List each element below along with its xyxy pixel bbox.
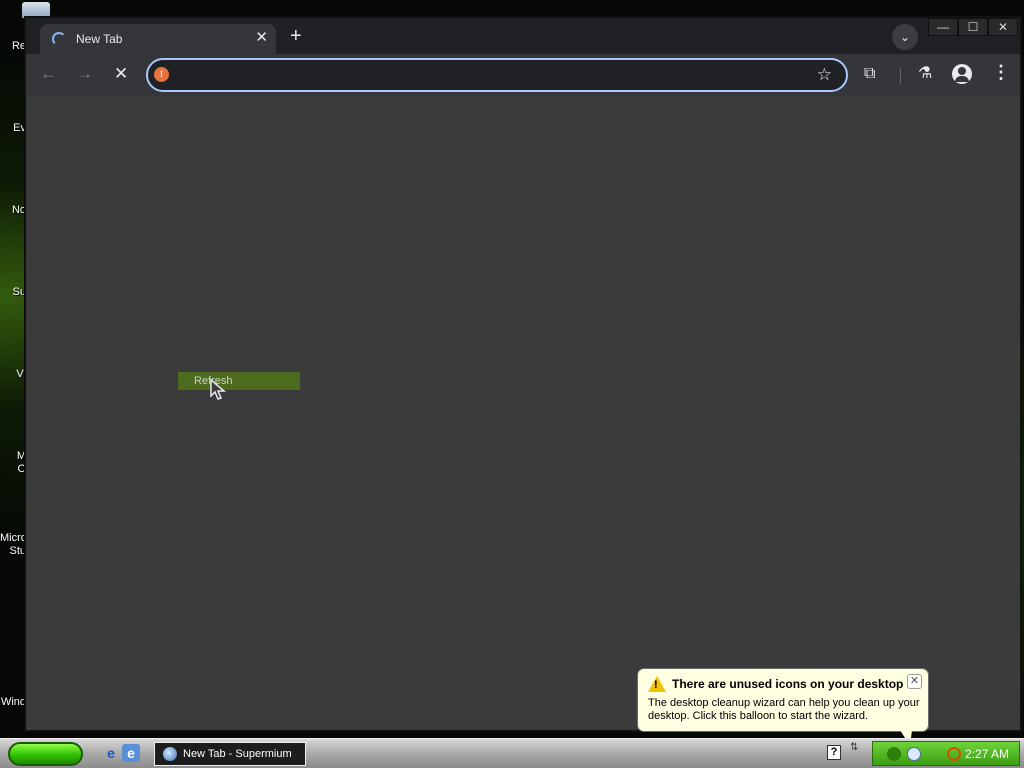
desktop-icon-label[interactable]: Stu <box>0 545 26 557</box>
desktop-icon-label[interactable]: Micro <box>0 532 26 544</box>
bookmark-star-icon[interactable]: ☆ <box>817 65 832 85</box>
minimize-button[interactable]: — <box>928 18 958 36</box>
tray-search-icon[interactable] <box>947 747 961 761</box>
help-icon[interactable]: ? <box>827 745 841 760</box>
balloon-close-icon[interactable]: ✕ <box>907 674 922 689</box>
labs-flask-icon[interactable]: ⚗ <box>918 64 932 84</box>
tab-search-button[interactable]: ⌄ <box>892 24 918 50</box>
desktop-icon-label[interactable]: M <box>0 450 26 462</box>
address-input[interactable] <box>176 64 796 86</box>
stop-loading-button[interactable]: ✕ <box>114 64 128 84</box>
warning-icon: ! <box>648 676 666 692</box>
profile-avatar-icon[interactable] <box>952 64 972 84</box>
desktop-icon-label[interactable]: Ev <box>0 122 26 134</box>
clock[interactable]: 2:27 AM <box>965 747 1009 761</box>
desktop-cleanup-balloon[interactable]: ! There are unused icons on your desktop… <box>637 668 929 732</box>
mouse-cursor-icon <box>210 379 227 400</box>
internet-explorer-icon[interactable]: e <box>102 744 120 762</box>
close-window-button[interactable]: ✕ <box>988 18 1018 36</box>
tray-network-icon[interactable] <box>907 747 921 761</box>
taskbar-button-label: New Tab - Supermium <box>183 748 292 760</box>
site-info-icon[interactable]: ! <box>154 67 169 82</box>
tab-title: New Tab <box>76 32 123 46</box>
toolbar-divider <box>900 68 901 84</box>
tab-close-icon[interactable]: ✕ <box>255 28 268 48</box>
title-bar: New Tab ✕ + ⌄ — ☐ ✕ <box>26 18 1020 54</box>
maximize-button[interactable]: ☐ <box>958 18 988 36</box>
taskbar-button-supermium[interactable]: New Tab - Supermium <box>154 742 306 766</box>
balloon-message: The desktop cleanup wizard can help you … <box>648 697 920 722</box>
tab-new-tab[interactable]: New Tab ✕ <box>40 24 276 54</box>
browser-toolbar: ← → ✕ ! ☆ ⧉ ⚗ ⋮ <box>26 54 1020 96</box>
supermium-icon <box>163 747 177 761</box>
refresh-menu-item[interactable]: Refresh <box>178 372 300 390</box>
loading-spinner-icon <box>52 32 66 46</box>
taskbar: e e New Tab - Supermium ? ⇅ 2:27 AM <box>0 738 1024 768</box>
new-tab-button[interactable]: + <box>290 26 302 46</box>
browser-window: New Tab ✕ + ⌄ — ☐ ✕ ← → ✕ ! ☆ ⧉ ⚗ ⋮ Refr… <box>24 16 1022 732</box>
desktop-icon-label[interactable]: O <box>0 463 26 475</box>
desktop-icon-label[interactable]: Vi <box>0 368 26 380</box>
address-bar[interactable]: ! ☆ <box>146 58 848 92</box>
tray-app-icon[interactable] <box>887 747 901 761</box>
desktop-icon-label[interactable]: Re <box>0 40 26 52</box>
tray-chevron-icon[interactable]: ⇅ <box>850 743 858 753</box>
balloon-title: There are unused icons on your desktop <box>672 677 904 691</box>
page-content[interactable]: Refresh <box>26 96 1020 730</box>
desktop-icon-label[interactable]: Su <box>0 286 26 298</box>
back-button[interactable]: ← <box>40 64 57 84</box>
start-button[interactable] <box>8 742 83 766</box>
desktop-icon-label[interactable]: Wind <box>0 696 26 708</box>
desktop-icon-label[interactable]: No <box>0 204 26 216</box>
extensions-icon[interactable]: ⧉ <box>864 64 875 84</box>
quick-launch-app-icon[interactable]: e <box>122 744 140 762</box>
browser-menu-icon[interactable]: ⋮ <box>992 62 1010 82</box>
forward-button[interactable]: → <box>76 64 93 84</box>
system-tray: 2:27 AM <box>872 741 1020 766</box>
